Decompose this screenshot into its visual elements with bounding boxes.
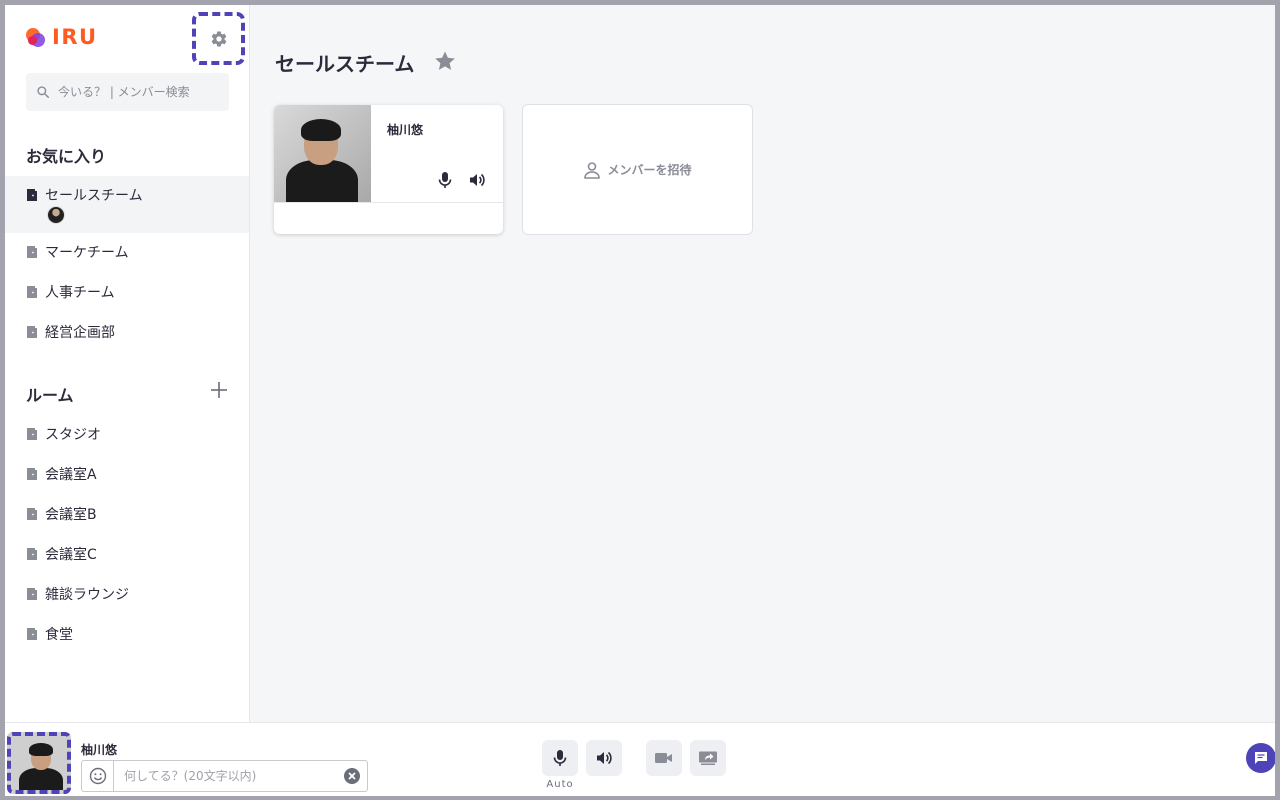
- room-item-meeting-b[interactable]: 会議室B: [5, 494, 249, 534]
- camera-toggle-button[interactable]: [646, 740, 682, 776]
- mic-mode-label: Auto: [546, 779, 574, 790]
- invite-member-button[interactable]: メンバーを招待: [522, 104, 753, 235]
- screen-share-icon: [699, 751, 717, 765]
- clear-circle-icon: [344, 768, 360, 784]
- favorite-item-sales-team[interactable]: セールスチーム: [5, 176, 249, 233]
- video-camera-icon: [655, 753, 672, 763]
- room-title: セールスチーム: [275, 52, 415, 76]
- self-avatar[interactable]: [7, 732, 71, 794]
- door-icon: [27, 548, 37, 560]
- favorite-item-label: マーケチーム: [45, 245, 129, 261]
- mic-icon: [553, 750, 567, 766]
- speaker-icon: [466, 169, 488, 191]
- self-name: 柚川悠: [81, 743, 118, 757]
- member-name: 柚川悠: [387, 123, 424, 137]
- plus-icon: [211, 382, 227, 398]
- favorite-star-button[interactable]: [433, 49, 459, 75]
- screen-share-button[interactable]: [690, 740, 726, 776]
- add-room-button[interactable]: [208, 379, 230, 401]
- chat-icon: [1255, 752, 1267, 764]
- room-item-label: 会議室A: [45, 467, 97, 483]
- room-item-label: 会議室B: [45, 507, 97, 523]
- status-input[interactable]: [114, 769, 337, 783]
- search-input[interactable]: [58, 85, 218, 99]
- room-item-label: スタジオ: [45, 427, 101, 443]
- room-item-label: 食堂: [45, 627, 73, 643]
- gear-icon: [211, 31, 226, 47]
- status-message-field[interactable]: [81, 760, 368, 792]
- door-icon: [27, 628, 37, 640]
- door-icon: [27, 326, 37, 338]
- member-search[interactable]: [26, 73, 229, 111]
- favorite-item-label: セールスチーム: [45, 188, 143, 204]
- star-icon: [435, 51, 455, 70]
- room-item-studio[interactable]: スタジオ: [5, 414, 249, 454]
- favorite-item-label: 経営企画部: [45, 325, 115, 341]
- door-icon: [27, 588, 37, 600]
- room-item-meeting-c[interactable]: 会議室C: [5, 534, 249, 574]
- app-logo: IRU: [26, 25, 98, 49]
- room-item-label: 会議室C: [45, 547, 97, 563]
- door-icon: [27, 189, 37, 201]
- member-avatar: [47, 206, 65, 224]
- rooms-title: ルーム: [26, 386, 74, 405]
- favorite-item-hr-team[interactable]: 人事チーム: [5, 272, 249, 312]
- favorite-item-planning-dept[interactable]: 経営企画部: [5, 312, 249, 352]
- app-window: IRU お気に入り セールスチーム マーケチーム: [5, 5, 1275, 796]
- smiley-icon: [89, 767, 106, 785]
- member-photo: [274, 105, 371, 202]
- favorite-item-label: 人事チーム: [45, 285, 115, 301]
- door-icon: [27, 246, 37, 258]
- sidebar: IRU お気に入り セールスチーム マーケチーム: [5, 5, 250, 722]
- logo-text: IRU: [52, 25, 98, 49]
- door-icon: [27, 428, 37, 440]
- favorites-title: お気に入り: [26, 147, 107, 166]
- clear-status-button[interactable]: [337, 767, 367, 785]
- door-icon: [27, 286, 37, 298]
- bottom-bar: 柚川悠 何してる？(20文字以内) Auto: [5, 722, 1275, 796]
- search-icon: [37, 86, 50, 99]
- room-item-cafeteria[interactable]: 食堂: [5, 614, 249, 654]
- room-item-lounge[interactable]: 雑談ラウンジ: [5, 574, 249, 614]
- mic-icon: [434, 169, 456, 191]
- room-item-meeting-a[interactable]: 会議室A: [5, 454, 249, 494]
- speaker-toggle-button[interactable]: [586, 740, 622, 776]
- favorite-item-marketing-team[interactable]: マーケチーム: [5, 232, 249, 272]
- invite-label: メンバーを招待: [607, 163, 692, 177]
- settings-button[interactable]: [192, 12, 245, 65]
- member-card[interactable]: 柚川悠: [274, 105, 503, 234]
- door-icon: [27, 508, 37, 520]
- room-item-label: 雑談ラウンジ: [45, 587, 129, 603]
- emoji-button[interactable]: [82, 761, 114, 791]
- logo-mark-icon: [26, 27, 46, 47]
- person-outline-icon: [584, 161, 601, 179]
- speaker-icon: [597, 751, 612, 765]
- door-icon: [27, 468, 37, 480]
- card-divider: [274, 202, 503, 203]
- mic-toggle-button[interactable]: [542, 740, 578, 776]
- chat-button[interactable]: [1246, 743, 1275, 773]
